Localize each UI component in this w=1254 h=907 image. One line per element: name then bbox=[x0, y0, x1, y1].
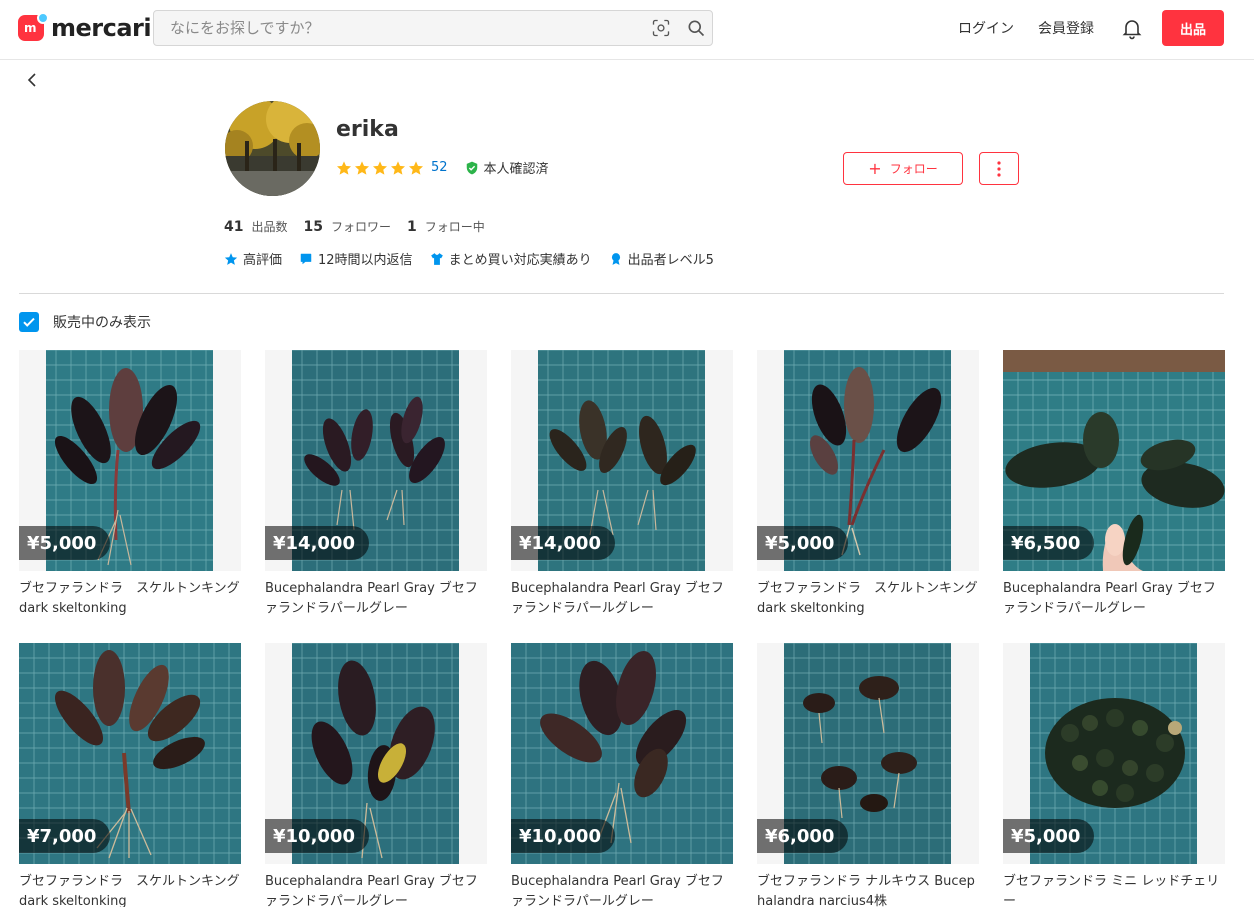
chat-badge-icon bbox=[300, 253, 312, 264]
rating: 52 本人確認済 bbox=[336, 158, 549, 177]
sell-button[interactable]: 出品 bbox=[1162, 10, 1224, 46]
star-icon bbox=[337, 160, 351, 175]
item-name[interactable]: Bucephalandra Pearl Gray ブセファランドラパールグレー bbox=[265, 872, 487, 907]
item-thumbnail[interactable]: ¥14,000 bbox=[511, 350, 733, 571]
item-card[interactable]: ¥10,000 Bucephalandra Pearl Gray ブセファランド… bbox=[265, 643, 487, 907]
item-thumbnail[interactable]: ¥14,000 bbox=[265, 350, 487, 571]
item-thumbnail[interactable]: ¥10,000 bbox=[265, 643, 487, 864]
item-name[interactable]: Bucephalandra Pearl Gray ブセファランドラパールグレー bbox=[511, 872, 733, 907]
on-sale-checkbox[interactable] bbox=[19, 312, 39, 332]
item-name[interactable]: ブセファランドラ スケルトンキング dark skeltonking bbox=[19, 579, 241, 619]
star-icon bbox=[391, 160, 405, 175]
item-card[interactable]: ¥7,000 ブセファランドラ スケルトンキング dark skeltonkin… bbox=[19, 643, 241, 907]
stat-following[interactable]: 1 フォロー中 bbox=[407, 218, 485, 235]
avatar bbox=[225, 101, 320, 196]
item-thumbnail[interactable]: ¥5,000 bbox=[757, 350, 979, 571]
item-thumbnail[interactable]: ¥5,000 bbox=[1003, 643, 1225, 864]
star-icon bbox=[409, 160, 423, 175]
stat-followers[interactable]: 15 フォロワー bbox=[304, 218, 392, 235]
follow-label: フォロー bbox=[889, 162, 938, 176]
on-sale-filter-label: 販売中のみ表示 bbox=[53, 315, 151, 331]
item-name[interactable]: ブセファランドラ ナルキウス Bucephalandra narcius4株 bbox=[757, 872, 979, 907]
seller-badges: 高評価 12時間以内返信 まとめ買い対応実績あり 出品者レベル5 bbox=[224, 249, 731, 268]
item-price: ¥7,000 bbox=[19, 819, 111, 853]
item-card[interactable]: ¥10,000 Bucephalandra Pearl Gray ブセファランド… bbox=[511, 643, 733, 907]
item-card[interactable]: ¥6,500 Bucephalandra Pearl Gray ブセファランドラ… bbox=[1003, 350, 1225, 643]
star-icon bbox=[373, 160, 387, 175]
mercari-logo[interactable]: m mercari bbox=[18, 12, 152, 43]
item-name[interactable]: ブセファランドラ スケルトンキング dark skeltonking bbox=[757, 579, 979, 619]
on-sale-filter[interactable]: 販売中のみ表示 bbox=[19, 312, 151, 332]
search-icon[interactable] bbox=[686, 18, 706, 38]
verified-label: 本人確認済 bbox=[483, 162, 549, 177]
badge-seller-level: 出品者レベル5 bbox=[609, 249, 714, 268]
item-card[interactable]: ¥5,000 ブセファランドラ スケルトンキング dark skeltonkin… bbox=[19, 350, 241, 643]
mercari-logo-icon: m bbox=[18, 12, 49, 42]
more-vertical-icon bbox=[997, 160, 1001, 177]
item-price: ¥14,000 bbox=[265, 526, 369, 560]
item-name[interactable]: ブセファランドラ スケルトンキング dark skeltonking bbox=[19, 872, 241, 907]
rating-count-link[interactable]: 52 bbox=[431, 160, 448, 175]
badge-quick-reply: 12時間以内返信 bbox=[299, 249, 413, 268]
badge-bundle: まとめ買い対応実績あり bbox=[430, 249, 592, 268]
bell-icon[interactable] bbox=[1120, 16, 1144, 40]
item-price: ¥5,000 bbox=[1003, 819, 1095, 853]
follow-button[interactable]: + フォロー bbox=[843, 152, 963, 185]
item-card[interactable]: ¥5,000 ブセファランドラ ミニ レッドチェリー bbox=[1003, 643, 1225, 907]
item-thumbnail[interactable]: ¥6,500 bbox=[1003, 350, 1225, 571]
item-card[interactable]: ¥14,000 Bucephalandra Pearl Gray ブセファランド… bbox=[265, 350, 487, 643]
item-card[interactable]: ¥6,000 ブセファランドラ ナルキウス Bucephalandra narc… bbox=[757, 643, 979, 907]
item-name[interactable]: Bucephalandra Pearl Gray ブセファランドラパールグレー bbox=[1003, 579, 1225, 619]
more-options-button[interactable] bbox=[979, 152, 1019, 185]
back-arrow-icon[interactable] bbox=[22, 70, 42, 90]
item-thumbnail[interactable]: ¥7,000 bbox=[19, 643, 241, 864]
item-thumbnail[interactable]: ¥10,000 bbox=[511, 643, 733, 864]
medal-badge-icon bbox=[611, 252, 620, 265]
item-name[interactable]: ブセファランドラ ミニ レッドチェリー bbox=[1003, 872, 1225, 907]
item-price: ¥6,500 bbox=[1003, 526, 1095, 560]
badge-high-rating: 高評価 bbox=[224, 249, 282, 268]
plus-icon: + bbox=[868, 159, 882, 178]
profile-stats: 41 出品数 15 フォロワー 1 フォロー中 bbox=[224, 218, 501, 235]
item-name[interactable]: Bucephalandra Pearl Gray ブセファランドラパールグレー bbox=[265, 579, 487, 619]
logo-text: mercari bbox=[51, 14, 152, 42]
item-card[interactable]: ¥14,000 Bucephalandra Pearl Gray ブセファランド… bbox=[511, 350, 733, 643]
item-card[interactable]: ¥5,000 ブセファランドラ スケルトンキング dark skeltonkin… bbox=[757, 350, 979, 643]
divider bbox=[19, 293, 1224, 294]
login-link[interactable]: ログイン bbox=[958, 18, 1014, 38]
item-price: ¥5,000 bbox=[19, 526, 111, 560]
star-badge-icon bbox=[224, 252, 238, 265]
item-grid: ¥5,000 ブセファランドラ スケルトンキング dark skeltonkin… bbox=[19, 350, 1225, 907]
item-price: ¥10,000 bbox=[511, 819, 615, 853]
item-name[interactable]: Bucephalandra Pearl Gray ブセファランドラパールグレー bbox=[511, 579, 733, 619]
search-input[interactable] bbox=[154, 11, 634, 45]
star-icon bbox=[355, 160, 369, 175]
item-price: ¥5,000 bbox=[757, 526, 849, 560]
stat-listings[interactable]: 41 出品数 bbox=[224, 218, 288, 235]
profile-name: erika bbox=[336, 117, 399, 142]
item-price: ¥10,000 bbox=[265, 819, 369, 853]
camera-scan-icon[interactable] bbox=[651, 18, 671, 38]
shirt-badge-icon bbox=[430, 252, 443, 265]
check-icon bbox=[23, 317, 35, 327]
item-thumbnail[interactable]: ¥5,000 bbox=[19, 350, 241, 571]
search-bar bbox=[153, 10, 713, 46]
verified-badge: 本人確認済 bbox=[465, 158, 549, 177]
item-thumbnail[interactable]: ¥6,000 bbox=[757, 643, 979, 864]
item-price: ¥6,000 bbox=[757, 819, 849, 853]
register-link[interactable]: 会員登録 bbox=[1038, 18, 1094, 38]
verified-shield-icon bbox=[466, 161, 477, 174]
item-price: ¥14,000 bbox=[511, 526, 615, 560]
header: m mercari ログイン 会員登録 出品 bbox=[0, 0, 1254, 60]
